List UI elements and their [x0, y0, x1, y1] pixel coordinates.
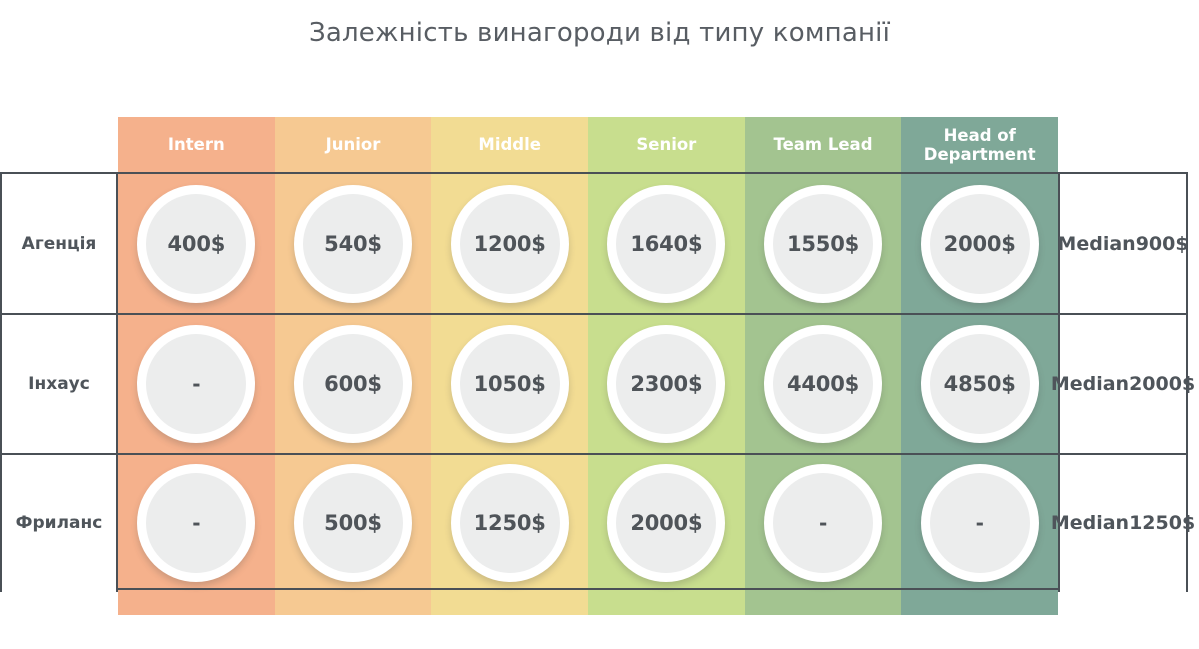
cell-freelance-intern: - — [118, 455, 275, 592]
row-label-agency: Агенція — [0, 174, 118, 314]
value-bubble: 1250$ — [450, 464, 569, 583]
value-label: 1200$ — [473, 231, 546, 256]
value-bubble: 2300$ — [607, 324, 726, 443]
column-header-junior: Junior — [325, 135, 381, 154]
cell-inhouse-senior: 2300$ — [588, 315, 745, 452]
value-label: 1050$ — [473, 371, 546, 396]
value-label: 1250$ — [473, 511, 546, 536]
value-label: 1550$ — [786, 231, 860, 256]
column-header-head-of-department: Head of Department — [923, 125, 1036, 164]
row-label-freelance: Фриланс — [0, 454, 118, 592]
value-bubble: 400$ — [137, 184, 256, 303]
value-label: 2000$ — [630, 511, 703, 536]
column-header-intern: Intern — [167, 135, 225, 154]
value-label: 400$ — [167, 231, 226, 256]
value-label: 540$ — [324, 231, 382, 256]
cell-freelance-head-of-department: - — [901, 455, 1058, 592]
value-bubble: - — [764, 464, 883, 583]
cell-freelance-middle: 1250$ — [431, 455, 588, 592]
value-label: - — [192, 511, 201, 536]
median-caption: Median — [1050, 512, 1130, 535]
value-bubble: 4400$ — [764, 324, 883, 443]
table-row: Фриланс - 500$ 1250$ 2000$ - - Median 12… — [0, 452, 1195, 592]
value-bubble: 600$ — [294, 324, 412, 443]
column-header-team-lead: Team Lead — [773, 135, 873, 154]
value-label: - — [975, 511, 984, 536]
value-bubble: 1550$ — [764, 184, 883, 303]
value-bubble: 4850$ — [920, 324, 1039, 443]
value-bubble: 2000$ — [607, 464, 726, 583]
cell-inhouse-head-of-department: 4850$ — [901, 315, 1058, 452]
value-bubble: 500$ — [294, 464, 412, 583]
page-title: Залежність винагороди від типу компанії — [308, 18, 891, 48]
value-bubble: 2000$ — [920, 184, 1039, 303]
cell-freelance-junior: 500$ — [275, 455, 432, 592]
salary-by-company-type-chart: Залежність винагороди від типу компанії … — [0, 0, 1199, 649]
value-label: - — [192, 371, 201, 396]
value-label: - — [818, 511, 828, 536]
cell-agency-middle: 1200$ — [431, 174, 588, 313]
cell-agency-head-of-department: 2000$ — [901, 174, 1058, 313]
table-grid: Агенція 400$ 540$ 1200$ 1640$ 1550$ 2000… — [0, 172, 1195, 592]
median-cell-freelance: Median 1250$ — [1051, 454, 1195, 592]
value-label: 1640$ — [630, 231, 703, 256]
row-label-inhouse: Інхаус — [0, 315, 118, 453]
median-value: 2000$ — [1129, 372, 1196, 395]
cell-inhouse-intern: - — [118, 315, 275, 452]
value-bubble: - — [920, 464, 1039, 583]
cell-inhouse-middle: 1050$ — [431, 315, 588, 452]
value-label: 4400$ — [786, 371, 860, 396]
row-cells: 400$ 540$ 1200$ 1640$ 1550$ 2000$ — [118, 174, 1058, 313]
column-headers: Intern Junior Middle Senior Team Lead He… — [118, 117, 1058, 172]
row-cells: - 500$ 1250$ 2000$ - - — [118, 455, 1058, 592]
cell-freelance-team-lead: - — [745, 455, 902, 592]
value-bubble: 540$ — [294, 184, 412, 303]
median-caption: Median — [1050, 372, 1130, 395]
column-header-middle: Middle — [478, 135, 541, 154]
median-cell-agency: Median 900$ — [1057, 174, 1189, 314]
value-bubble: 1200$ — [450, 184, 569, 303]
value-bubble: 1050$ — [450, 324, 569, 443]
median-cell-inhouse: Median 2000$ — [1051, 315, 1195, 453]
cell-agency-intern: 400$ — [118, 174, 275, 313]
cell-agency-junior: 540$ — [275, 174, 432, 313]
cell-inhouse-team-lead: 4400$ — [745, 315, 902, 452]
value-bubble: - — [137, 464, 256, 583]
cell-agency-team-lead: 1550$ — [745, 174, 902, 313]
value-label: 2000$ — [943, 231, 1016, 256]
cell-inhouse-junior: 600$ — [275, 315, 432, 452]
value-bubble: - — [137, 324, 256, 443]
value-label: 2300$ — [630, 371, 703, 396]
table-row: Агенція 400$ 540$ 1200$ 1640$ 1550$ 2000… — [0, 174, 1189, 314]
cell-agency-senior: 1640$ — [588, 174, 745, 313]
table-row: Інхаус - 600$ 1050$ 2300$ 4400$ 4850$ Me… — [0, 313, 1195, 453]
median-value: 1250$ — [1129, 512, 1196, 535]
column-header-senior: Senior — [636, 135, 697, 154]
cell-freelance-senior: 2000$ — [588, 455, 745, 592]
median-caption: Median — [1057, 232, 1136, 255]
median-value: 900$ — [1135, 232, 1189, 255]
value-label: 600$ — [324, 371, 382, 396]
value-label: 4850$ — [943, 371, 1016, 396]
value-bubble: 1640$ — [607, 184, 726, 303]
row-cells: - 600$ 1050$ 2300$ 4400$ 4850$ — [118, 315, 1058, 452]
value-label: 500$ — [324, 511, 382, 536]
